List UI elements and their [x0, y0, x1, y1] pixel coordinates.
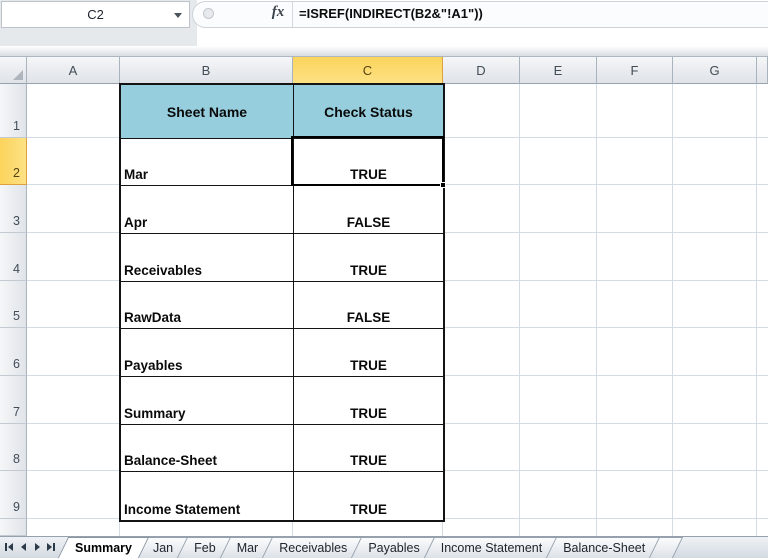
table-row: Income Statement TRUE — [121, 472, 443, 520]
cell-c8[interactable]: TRUE — [294, 425, 443, 472]
cell-b6[interactable]: Payables — [121, 329, 294, 377]
row-header-10-partial[interactable] — [0, 519, 27, 536]
sheet-tab-balance-sheet[interactable]: Balance-Sheet — [549, 537, 659, 558]
cell-c1[interactable]: Check Status — [294, 85, 443, 139]
row-header-5[interactable]: 5 — [0, 281, 27, 328]
name-box-value: C2 — [87, 7, 104, 22]
active-cell-selection — [291, 136, 446, 188]
last-sheet-button[interactable] — [45, 539, 57, 555]
next-sheet-button[interactable] — [31, 539, 43, 555]
cell-c5[interactable]: FALSE — [294, 282, 443, 329]
formula-input[interactable]: =ISREF(INDIRECT(B2&"!A1")) — [299, 0, 483, 28]
cell-b8[interactable]: Balance-Sheet — [121, 425, 294, 472]
cell-b1[interactable]: Sheet Name — [121, 85, 294, 139]
row-header-6[interactable]: 6 — [0, 328, 27, 376]
sheet-tab-partial[interactable] — [652, 537, 680, 558]
gridline — [596, 84, 597, 536]
cell-b3[interactable]: Apr — [121, 186, 294, 234]
row-header-8[interactable]: 8 — [0, 424, 27, 471]
first-sheet-button[interactable] — [3, 539, 15, 555]
tab-navigation — [0, 537, 61, 558]
table-row: Payables TRUE — [121, 329, 443, 377]
cell-c9[interactable]: TRUE — [294, 472, 443, 520]
row-header-3[interactable]: 3 — [0, 185, 27, 233]
column-header-row: A B C D E F G — [0, 57, 768, 84]
previous-sheet-icon — [20, 543, 26, 551]
sheet-tab-receivables[interactable]: Receivables — [265, 537, 361, 558]
corner-triangle-icon — [13, 70, 23, 80]
column-header-b[interactable]: B — [120, 57, 293, 84]
cell-b7[interactable]: Summary — [121, 377, 294, 425]
previous-sheet-button[interactable] — [17, 539, 29, 555]
cell-b4[interactable]: Receivables — [121, 234, 294, 282]
table-row: Summary TRUE — [121, 377, 443, 425]
column-header-g[interactable]: G — [673, 57, 757, 84]
fill-handle[interactable] — [440, 182, 446, 188]
row-header-column: 1 2 3 4 5 6 7 8 9 — [0, 84, 27, 536]
column-header-a[interactable]: A — [27, 57, 120, 84]
row-header-7[interactable]: 7 — [0, 376, 27, 424]
formula-bar-divider — [292, 2, 293, 27]
row-header-2-selected[interactable]: 2 — [0, 138, 27, 185]
sheet-tab-payables[interactable]: Payables — [354, 537, 433, 558]
cell-c3[interactable]: FALSE — [294, 186, 443, 234]
last-sheet-icon — [47, 543, 52, 551]
formula-bar: C2 fx =ISREF(INDIRECT(B2&"!A1")) — [0, 0, 768, 46]
table-row: Receivables TRUE — [121, 234, 443, 282]
excel-window: C2 fx =ISREF(INDIRECT(B2&"!A1")) A B C D… — [0, 0, 768, 558]
toolbar-divider-band — [0, 46, 768, 57]
insert-function-button[interactable]: fx — [266, 4, 290, 24]
next-sheet-icon — [34, 543, 40, 551]
table-row: RawData FALSE — [121, 282, 443, 329]
column-header-h-partial[interactable] — [757, 57, 768, 84]
first-sheet-icon — [5, 543, 7, 551]
cell-c6[interactable]: TRUE — [294, 329, 443, 377]
cell-c7[interactable]: TRUE — [294, 377, 443, 425]
sheet-tab-summary[interactable]: Summary — [61, 537, 146, 558]
row-header-1[interactable]: 1 — [0, 84, 27, 138]
gridline — [519, 84, 520, 536]
cell-b5[interactable]: RawData — [121, 282, 294, 329]
column-header-c-selected[interactable]: C — [293, 57, 443, 84]
circle-gripper-icon — [203, 8, 214, 19]
chevron-down-icon[interactable] — [174, 13, 182, 18]
table-header-row: Sheet Name Check Status — [121, 85, 443, 139]
cell-b2[interactable]: Mar — [121, 139, 294, 186]
column-header-f[interactable]: F — [597, 57, 673, 84]
row-header-9[interactable]: 9 — [0, 471, 27, 519]
column-header-d[interactable]: D — [443, 57, 520, 84]
gridline — [672, 84, 673, 536]
column-header-e[interactable]: E — [520, 57, 597, 84]
name-box[interactable]: C2 — [1, 1, 190, 28]
table-row: Balance-Sheet TRUE — [121, 425, 443, 472]
cell-b9[interactable]: Income Statement — [121, 472, 294, 520]
table-row: Apr FALSE — [121, 186, 443, 234]
sheet-tab-income-statement[interactable]: Income Statement — [427, 537, 556, 558]
cell-c4[interactable]: TRUE — [294, 234, 443, 282]
select-all-button[interactable] — [0, 57, 27, 84]
sheet-tab-bar: Summary Jan Feb Mar Receivables Payables… — [0, 536, 768, 558]
row-header-4[interactable]: 4 — [0, 233, 27, 281]
gridline — [756, 84, 757, 536]
